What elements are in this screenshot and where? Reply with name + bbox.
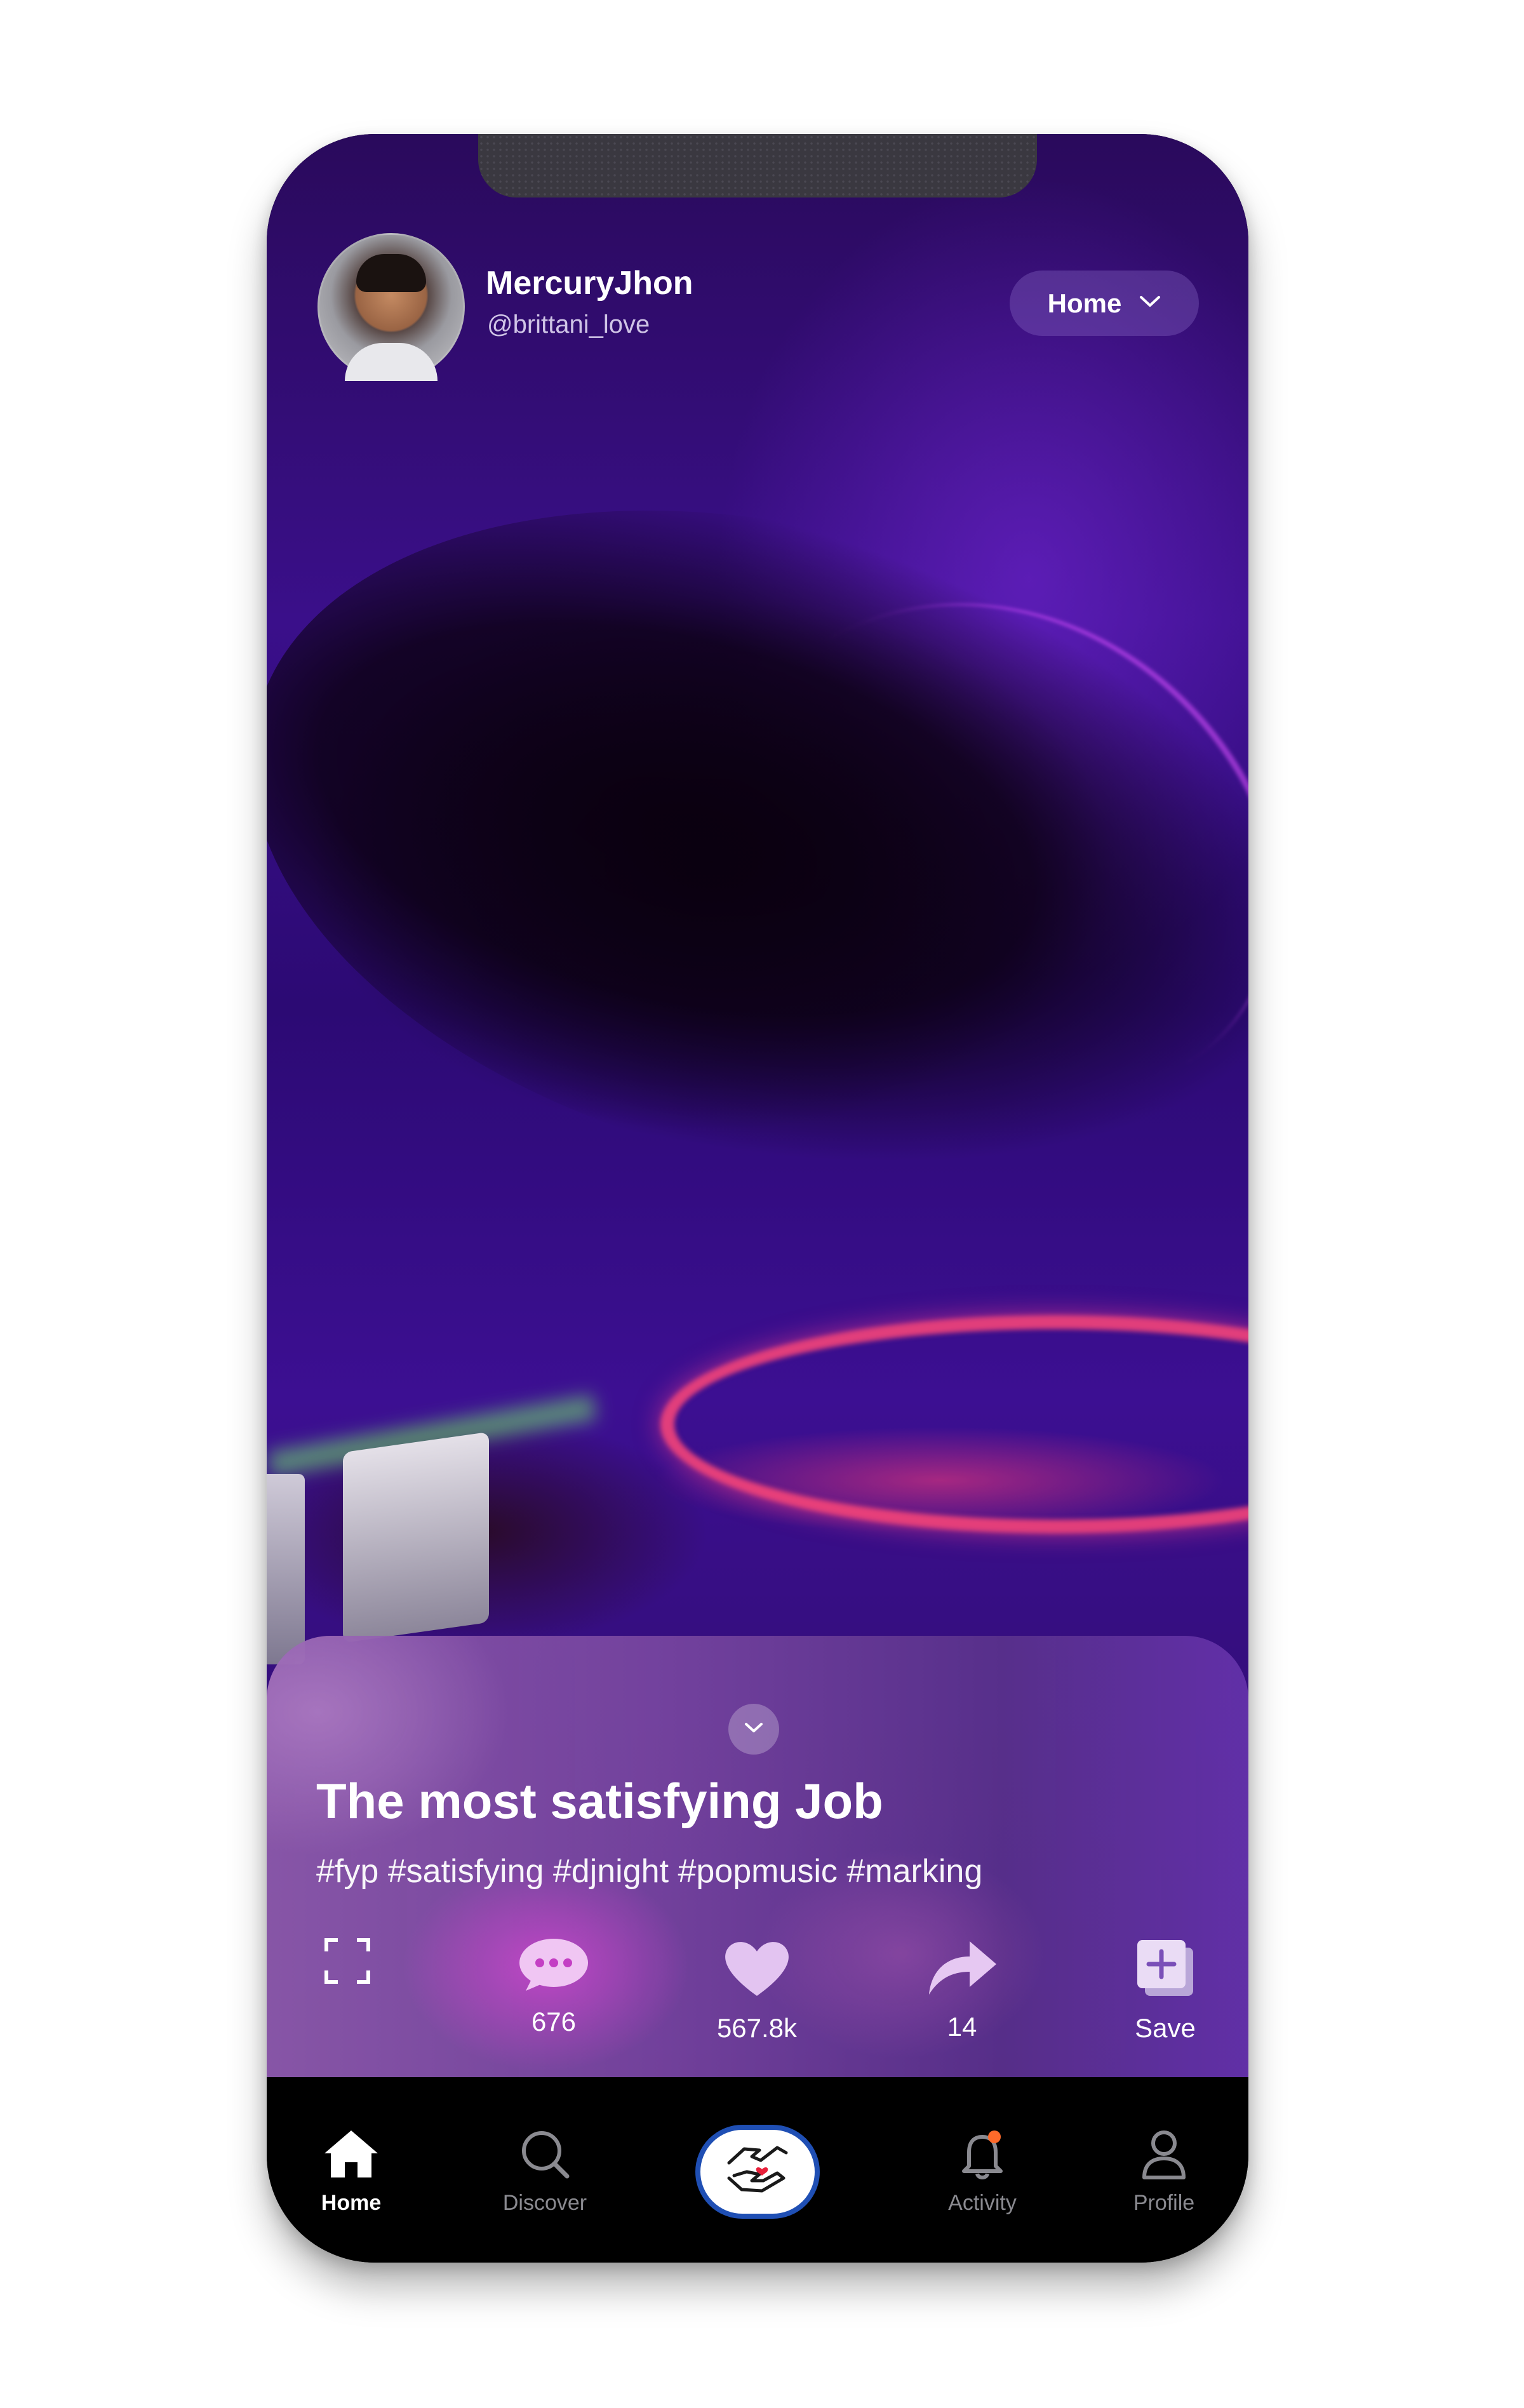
comment-count: 676 (531, 2007, 577, 2037)
comment-icon (518, 1937, 589, 1995)
chevron-down-icon (1139, 295, 1161, 312)
collapse-button[interactable] (728, 1704, 779, 1755)
hands-heart-icon (723, 2139, 792, 2205)
avatar[interactable] (318, 233, 465, 381)
device-notch (478, 134, 1037, 197)
action-bar: 676 567.8k 14 Save (267, 1937, 1248, 2064)
share-count: 14 (947, 2012, 977, 2042)
post-hashtags[interactable]: #fyp #satisfying #djnight #popmusic #mar… (316, 1852, 982, 1890)
user-handle: @brittani_love (487, 311, 650, 338)
nav-item-home[interactable]: Home (288, 2128, 415, 2216)
save-label: Save (1135, 2013, 1196, 2043)
video-turntable-ring (660, 1315, 1248, 1534)
video-mixer-knob (343, 1431, 489, 1643)
avatar-hair (356, 254, 426, 292)
nav-item-profile[interactable]: Profile (1100, 2128, 1227, 2216)
home-icon (322, 2128, 380, 2183)
chevron-down-icon (743, 1721, 765, 1738)
like-count: 567.8k (716, 2013, 798, 2043)
comment-button[interactable]: 676 (490, 1937, 617, 2037)
nav-label-profile: Profile (1133, 2191, 1195, 2215)
save-icon (1135, 1937, 1196, 2002)
search-icon (519, 2128, 571, 2183)
share-button[interactable]: 14 (899, 1937, 1026, 2042)
heart-icon (722, 1937, 792, 2002)
nav-label-activity: Activity (948, 2191, 1017, 2215)
post-title: The most satisfying Job (316, 1773, 883, 1829)
video-mixer-knob (267, 1474, 305, 1664)
nav-label-discover: Discover (502, 2191, 587, 2215)
avatar-shirt (345, 343, 438, 381)
share-icon (925, 1937, 999, 2000)
fullscreen-icon (324, 1937, 371, 1988)
nav-label-home: Home (321, 2191, 382, 2215)
phone-frame: MercuryJhon @brittani_love Home The most… (267, 134, 1248, 2263)
create-button[interactable] (695, 2125, 820, 2219)
fullscreen-button[interactable] (284, 1937, 411, 1988)
nav-item-discover[interactable]: Discover (481, 2128, 608, 2216)
save-button[interactable]: Save (1102, 1937, 1229, 2043)
like-button[interactable]: 567.8k (693, 1937, 820, 2043)
username[interactable]: MercuryJhon (486, 264, 693, 302)
nav-item-activity[interactable]: Activity (919, 2128, 1046, 2216)
bell-icon (956, 2128, 1008, 2183)
feed-selector-dropdown[interactable]: Home (1010, 271, 1199, 336)
feed-selector-label: Home (1047, 288, 1122, 318)
person-icon (1138, 2128, 1190, 2183)
